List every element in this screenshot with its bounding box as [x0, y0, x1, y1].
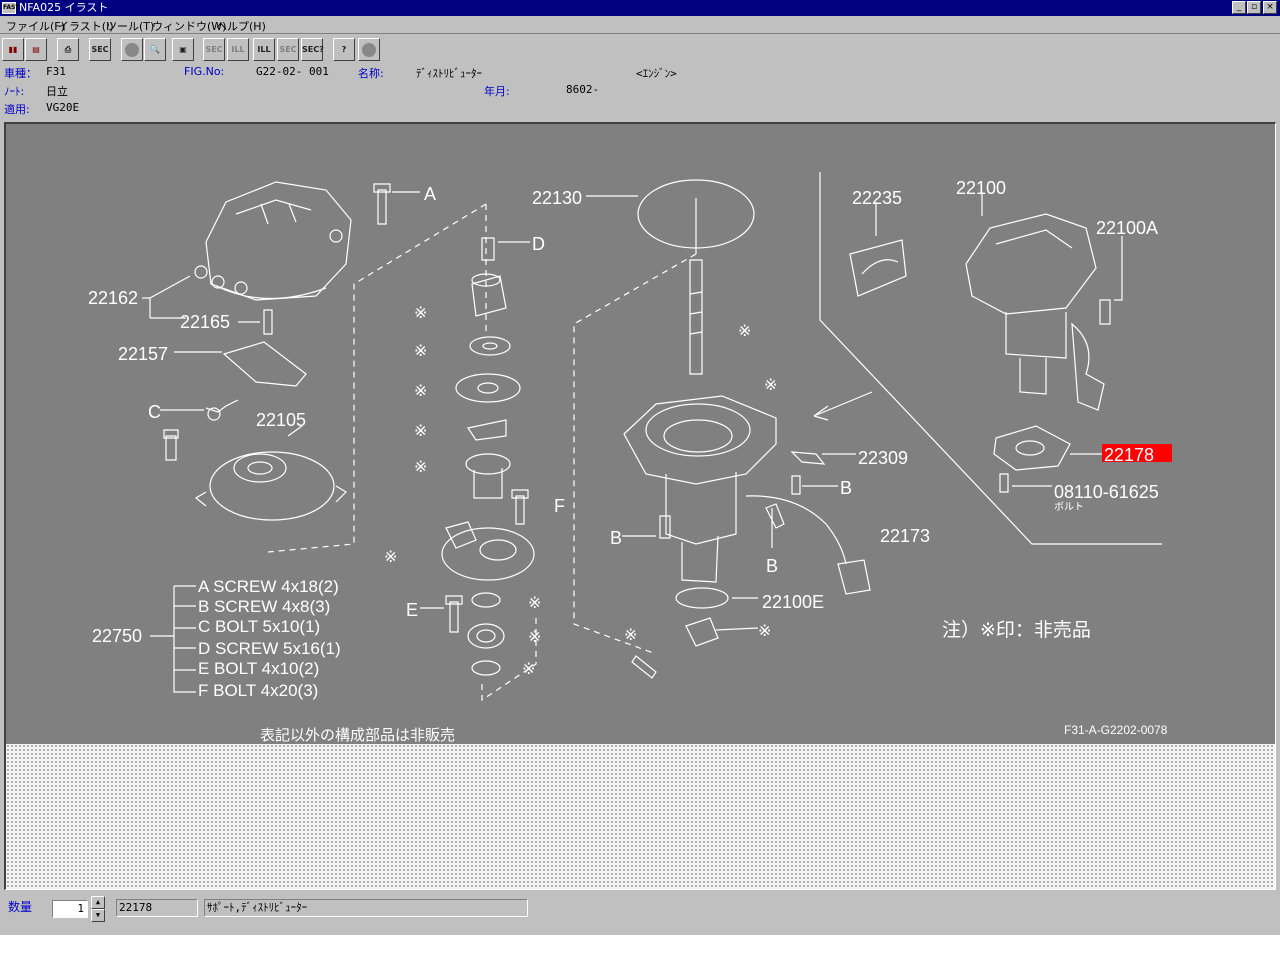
category-value: <ｴﾝｼﾞﾝ>: [636, 67, 677, 80]
label-b-center: B: [766, 556, 778, 576]
label-22178[interactable]: 22178: [1104, 445, 1154, 465]
part-number-field: 22178: [116, 899, 198, 917]
apply-value: VG20E: [46, 101, 80, 114]
menu-file[interactable]: ファイル(F): [6, 18, 65, 34]
page-icon[interactable]: ▣: [172, 38, 194, 61]
note-value: 日立: [46, 85, 68, 98]
printer-icon[interactable]: ⎙: [57, 38, 79, 61]
menu-help[interactable]: ヘルプ(H): [216, 18, 266, 34]
kit-item-b: B SCREW 4x8(3): [198, 597, 330, 616]
mark-11: ※: [764, 377, 777, 394]
label-08110-61625[interactable]: 08110-61625: [1054, 482, 1159, 502]
quantity-down-button[interactable]: ▼: [91, 909, 105, 922]
mark-12: ※: [758, 623, 771, 640]
label-b-left: B: [610, 528, 622, 548]
mark-4: ※: [414, 423, 427, 440]
label-22235[interactable]: 22235: [852, 188, 902, 208]
mark-1: ※: [414, 305, 427, 322]
restore-button[interactable]: ▫: [1247, 1, 1261, 14]
drawing-code: F31-A-G2202-0078: [1064, 723, 1168, 737]
sec-query-icon[interactable]: SEC?: [301, 38, 324, 61]
apply-label: 適用:: [4, 103, 30, 116]
label-22100[interactable]: 22100: [956, 178, 1006, 198]
year-value: 8602-: [566, 83, 600, 96]
label-22309[interactable]: 22309: [858, 448, 908, 468]
mark-2: ※: [414, 343, 427, 360]
label-22130[interactable]: 22130: [532, 188, 582, 208]
quantity-label: 数量: [8, 900, 33, 914]
mark-10: ※: [738, 323, 751, 340]
mark-9: ※: [522, 661, 535, 678]
zoom-icon[interactable]: 🔍: [144, 38, 166, 61]
year-label: 年月:: [484, 85, 510, 98]
mark-8: ※: [528, 629, 541, 646]
note-non-sale: 注）※印：非売品: [942, 619, 1091, 641]
book-icon[interactable]: ▮▮: [2, 38, 24, 61]
kit-item-d: D SCREW 5x16(1): [198, 639, 341, 658]
label-22750[interactable]: 22750: [92, 626, 142, 646]
mark-7: ※: [528, 595, 541, 612]
kit-item-e: E BOLT 4x10(2): [198, 659, 319, 678]
title-bar[interactable]: FAST NFA025 イラスト _ ▫ ×: [0, 0, 1280, 16]
illustration-viewer[interactable]: 22130 22235 22100 22100A 22162 22165 221…: [4, 122, 1276, 890]
sec-next-icon[interactable]: SEC: [277, 38, 299, 61]
label-bolt-jp: ボルト: [1054, 501, 1084, 513]
fig-label: FIG.No:: [184, 65, 225, 78]
mark-5: ※: [414, 459, 427, 476]
label-22162[interactable]: 22162: [88, 288, 138, 308]
window-title: NFA025 イラスト: [19, 1, 109, 14]
name-value: ﾃﾞｨｽﾄﾘﾋﾞｭｰﾀｰ: [416, 67, 482, 80]
sec-icon[interactable]: SEC: [89, 38, 111, 61]
part-info-header: 車種： F31 FIG.No: G22-02- 001 名称: ﾃﾞｨｽﾄﾘﾋﾞ…: [0, 63, 1280, 119]
label-22173[interactable]: 22173: [880, 526, 930, 546]
print-preview-icon[interactable]: ▤: [25, 38, 47, 61]
label-b-right: B: [840, 478, 852, 498]
model-value: F31: [46, 65, 66, 78]
empty-canvas-area: [6, 744, 1275, 889]
status-bar: 数量 1 ▲ ▼ 22178 ｻﾎﾟｰﾄ,ﾃﾞｨｽﾄﾘﾋﾞｭｰﾀｰ: [0, 893, 1280, 933]
menu-bar: ファイル(F) イラスト(I) ツール(T) ウィンドウ(W) ヘルプ(H): [0, 16, 1280, 34]
label-22100a[interactable]: 22100A: [1096, 218, 1158, 238]
toolbar: ▮▮ ▤ ⎙ SEC 🔍 ▣ SEC ILL ILL SEC SEC? ?: [0, 36, 1280, 64]
label-22165[interactable]: 22165: [180, 312, 230, 332]
ill-prev-icon[interactable]: ILL: [227, 38, 249, 61]
parts-illustration[interactable]: 22130 22235 22100 22100A 22162 22165 221…: [6, 124, 1275, 744]
label-f: F: [554, 496, 565, 516]
help-icon[interactable]: ?: [333, 38, 355, 61]
footer-note: 表記以外の構成部品は非販売: [260, 727, 455, 744]
app-icon: FAST: [2, 2, 19, 14]
close-button[interactable]: ×: [1263, 1, 1277, 14]
label-d: D: [532, 234, 545, 254]
mark-13: ※: [624, 627, 637, 644]
minimize-button[interactable]: _: [1232, 1, 1246, 14]
part-name-field: ｻﾎﾟｰﾄ,ﾃﾞｨｽﾄﾘﾋﾞｭｰﾀｰ: [204, 899, 528, 917]
kit-item-a: A SCREW 4x18(2): [198, 577, 339, 596]
ill-next-icon[interactable]: ILL: [253, 38, 275, 61]
app-window: FAST NFA025 イラスト _ ▫ × ファイル(F) イラスト(I) ツ…: [0, 0, 1280, 935]
note-label: ﾉｰﾄ:: [4, 85, 25, 98]
circle-icon[interactable]: [121, 38, 143, 61]
stop-icon[interactable]: [358, 38, 380, 61]
mark-3: ※: [414, 383, 427, 400]
sec-prev-icon[interactable]: SEC: [203, 38, 225, 61]
label-22157[interactable]: 22157: [118, 344, 168, 364]
label-e: E: [406, 600, 418, 620]
distributor-cap-drawing: [194, 181, 352, 301]
quantity-up-button[interactable]: ▲: [91, 896, 105, 909]
kit-item-f: F BOLT 4x20(3): [198, 681, 318, 700]
label-22105[interactable]: 22105: [256, 410, 306, 430]
mark-6: ※: [384, 549, 397, 566]
kit-item-c: C BOLT 5x10(1): [198, 617, 320, 636]
label-a: A: [424, 184, 436, 204]
model-label: 車種：: [4, 67, 37, 80]
label-22100e[interactable]: 22100E: [762, 592, 824, 612]
quantity-input[interactable]: 1: [52, 900, 88, 918]
menu-tools[interactable]: ツール(T): [106, 18, 154, 34]
name-label: 名称:: [358, 67, 384, 80]
fig-value: G22-02- 001: [256, 65, 329, 78]
label-c: C: [148, 402, 161, 422]
